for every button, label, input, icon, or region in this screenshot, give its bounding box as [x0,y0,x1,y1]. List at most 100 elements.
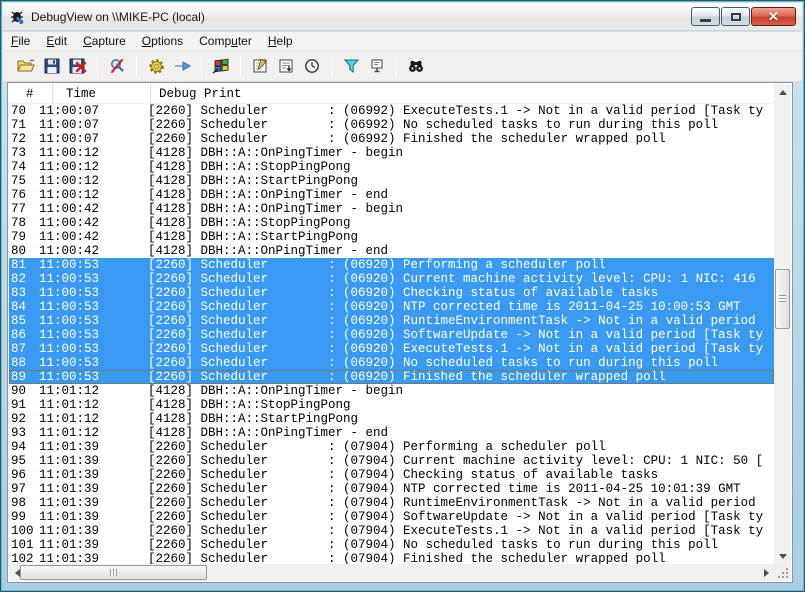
scroll-right-button[interactable] [758,564,774,581]
log-row-72[interactable]: 7211:00:07[2260] Scheduler : (06992) Fin… [9,132,774,146]
log-row-85[interactable]: 8511:00:53[2260] Scheduler : (06920) Run… [9,314,774,328]
log-row-80[interactable]: 8011:00:42[4128] DBH::A::OnPingTimer - e… [9,244,774,258]
resize-grip[interactable] [774,564,791,581]
capture-kernel-button[interactable] [143,54,169,78]
scroll-down-button[interactable] [774,548,791,564]
row-message: [2260] Scheduler : (07904) Finished the … [148,552,774,564]
log-row-96[interactable]: 9611:01:39[2260] Scheduler : (07904) Che… [9,468,774,482]
row-message: [4128] DBH::A::OnPingTimer - end [148,244,774,258]
row-message: [2260] Scheduler : (07904) NTP corrected… [148,482,774,496]
log-row-84[interactable]: 8411:00:53[2260] Scheduler : (06920) NTP… [9,300,774,314]
autoscroll-button[interactable] [273,54,299,78]
log-row-74[interactable]: 7411:00:12[4128] DBH::A::StopPingPong [9,160,774,174]
log-row-78[interactable]: 7811:00:42[4128] DBH::A::StopPingPong [9,216,774,230]
log-row-76[interactable]: 7611:00:12[4128] DBH::A::OnPingTimer - e… [9,188,774,202]
menu-item-help[interactable]: Help [260,32,301,50]
log-row-70[interactable]: 7011:00:07[2260] Scheduler : (06992) Exe… [9,104,774,118]
minimize-button[interactable] [691,7,720,26]
log-row-87[interactable]: 8711:00:53[2260] Scheduler : (06920) Exe… [9,342,774,356]
thumb-grip-icon [779,295,786,302]
row-number: 102 [9,552,39,564]
capture-events-icon [252,58,268,74]
vertical-scrollbar[interactable] [774,84,791,564]
open-log-icon [17,58,36,74]
menu-item-file[interactable]: File [3,32,38,50]
log-row-83[interactable]: 8311:00:53[2260] Scheduler : (06920) Che… [9,286,774,300]
log-row-90[interactable]: 9011:01:12[4128] DBH::A::OnPingTimer - b… [9,384,774,398]
capture-button[interactable] [104,54,130,78]
clock-time-button[interactable] [299,54,325,78]
save-button[interactable] [39,54,65,78]
find-button[interactable] [403,54,429,78]
log-row-79[interactable]: 7911:00:42[4128] DBH::A::StartPingPong [9,230,774,244]
highlight-button[interactable] [364,54,390,78]
column-header-debug-print[interactable]: Debug Print [151,84,774,103]
column-header-number[interactable]: # [9,84,53,103]
log-row-100[interactable]: 10011:01:39[2260] Scheduler : (07904) Ex… [9,524,774,538]
log-row-71[interactable]: 7111:00:07[2260] Scheduler : (06992) No … [9,118,774,132]
horizontal-scrollbar-thumb[interactable] [20,565,207,580]
menu-item-options[interactable]: Options [134,32,191,50]
row-time: 11:00:07 [39,104,148,118]
log-row-93[interactable]: 9311:01:12[4128] DBH::A::OnPingTimer - e… [9,426,774,440]
log-row-81[interactable]: 8111:00:53[2260] Scheduler : (06920) Per… [9,258,774,272]
row-message: [2260] Scheduler : (06920) Finished the … [148,370,774,384]
maximize-button[interactable] [721,7,750,26]
row-time: 11:00:53 [39,300,148,314]
passthrough-button[interactable] [169,54,195,78]
title-bar[interactable]: DebugView on \\MIKE-PC (local) ✕ [3,3,802,31]
capture-events-button[interactable] [247,54,273,78]
column-header-time[interactable]: Time [53,84,151,103]
log-list: # Time Debug Print 7011:00:07[2260] Sche… [7,82,793,583]
row-message: [2260] Scheduler : (07904) Current machi… [148,454,774,468]
row-message: [2260] Scheduler : (06992) ExecuteTests.… [148,104,774,118]
log-row-97[interactable]: 9711:01:39[2260] Scheduler : (07904) NTP… [9,482,774,496]
clock-time-icon [304,58,320,74]
log-row-82[interactable]: 8211:00:53[2260] Scheduler : (06920) Cur… [9,272,774,286]
row-message: [2260] Scheduler : (07904) SoftwareUpdat… [148,510,774,524]
log-row-77[interactable]: 7711:00:42[4128] DBH::A::OnPingTimer - b… [9,202,774,216]
row-message: [4128] DBH::A::OnPingTimer - begin [148,202,774,216]
open-log-button[interactable] [13,54,39,78]
log-row-98[interactable]: 9811:01:39[2260] Scheduler : (07904) Run… [9,496,774,510]
scroll-up-button[interactable] [774,84,791,100]
log-row-89[interactable]: 8911:00:53[2260] Scheduler : (06920) Fin… [9,370,774,384]
menu-item-capture[interactable]: Capture [75,32,134,50]
toolbar-separator [136,55,137,77]
log-row-88[interactable]: 8811:00:53[2260] Scheduler : (06920) No … [9,356,774,370]
row-message: [2260] Scheduler : (07904) ExecuteTests.… [148,524,774,538]
log-row-92[interactable]: 9211:01:12[4128] DBH::A::StartPingPong [9,412,774,426]
row-time: 11:01:39 [39,524,148,538]
thumb-grip-icon [110,569,117,576]
row-number: 87 [9,342,39,356]
close-button[interactable]: ✕ [751,7,796,26]
capture-win32-button[interactable] [208,54,234,78]
log-row-95[interactable]: 9511:01:39[2260] Scheduler : (07904) Cur… [9,454,774,468]
log-row-86[interactable]: 8611:00:53[2260] Scheduler : (06920) Sof… [9,328,774,342]
filter-button[interactable] [338,54,364,78]
debugview-bug-icon [9,9,25,25]
menu-item-edit[interactable]: Edit [38,32,75,50]
log-row-91[interactable]: 9111:01:12[4128] DBH::A::StopPingPong [9,398,774,412]
row-time: 11:01:39 [39,538,148,552]
log-row-94[interactable]: 9411:01:39[2260] Scheduler : (07904) Per… [9,440,774,454]
row-number: 88 [9,356,39,370]
log-row-75[interactable]: 7511:00:12[4128] DBH::A::StartPingPong [9,174,774,188]
log-row-99[interactable]: 9911:01:39[2260] Scheduler : (07904) Sof… [9,510,774,524]
log-to-file-button[interactable] [65,54,91,78]
row-message: [2260] Scheduler : (07904) No scheduled … [148,538,774,552]
capture-icon [109,58,126,75]
row-number: 71 [9,118,39,132]
row-time: 11:01:39 [39,510,148,524]
log-row-101[interactable]: 10111:01:39[2260] Scheduler : (07904) No… [9,538,774,552]
vertical-scrollbar-thumb[interactable] [775,269,790,329]
log-row-73[interactable]: 7311:00:12[4128] DBH::A::OnPingTimer - b… [9,146,774,160]
row-time: 11:00:12 [39,160,148,174]
row-number: 75 [9,174,39,188]
horizontal-scrollbar[interactable] [9,564,774,581]
log-row-102[interactable]: 10211:01:39[2260] Scheduler : (07904) Fi… [9,552,774,564]
row-message: [4128] DBH::A::StopPingPong [148,160,774,174]
menu-item-computer[interactable]: Computer [191,32,260,50]
row-number: 85 [9,314,39,328]
row-message: [2260] Scheduler : (06920) Current machi… [148,272,774,286]
